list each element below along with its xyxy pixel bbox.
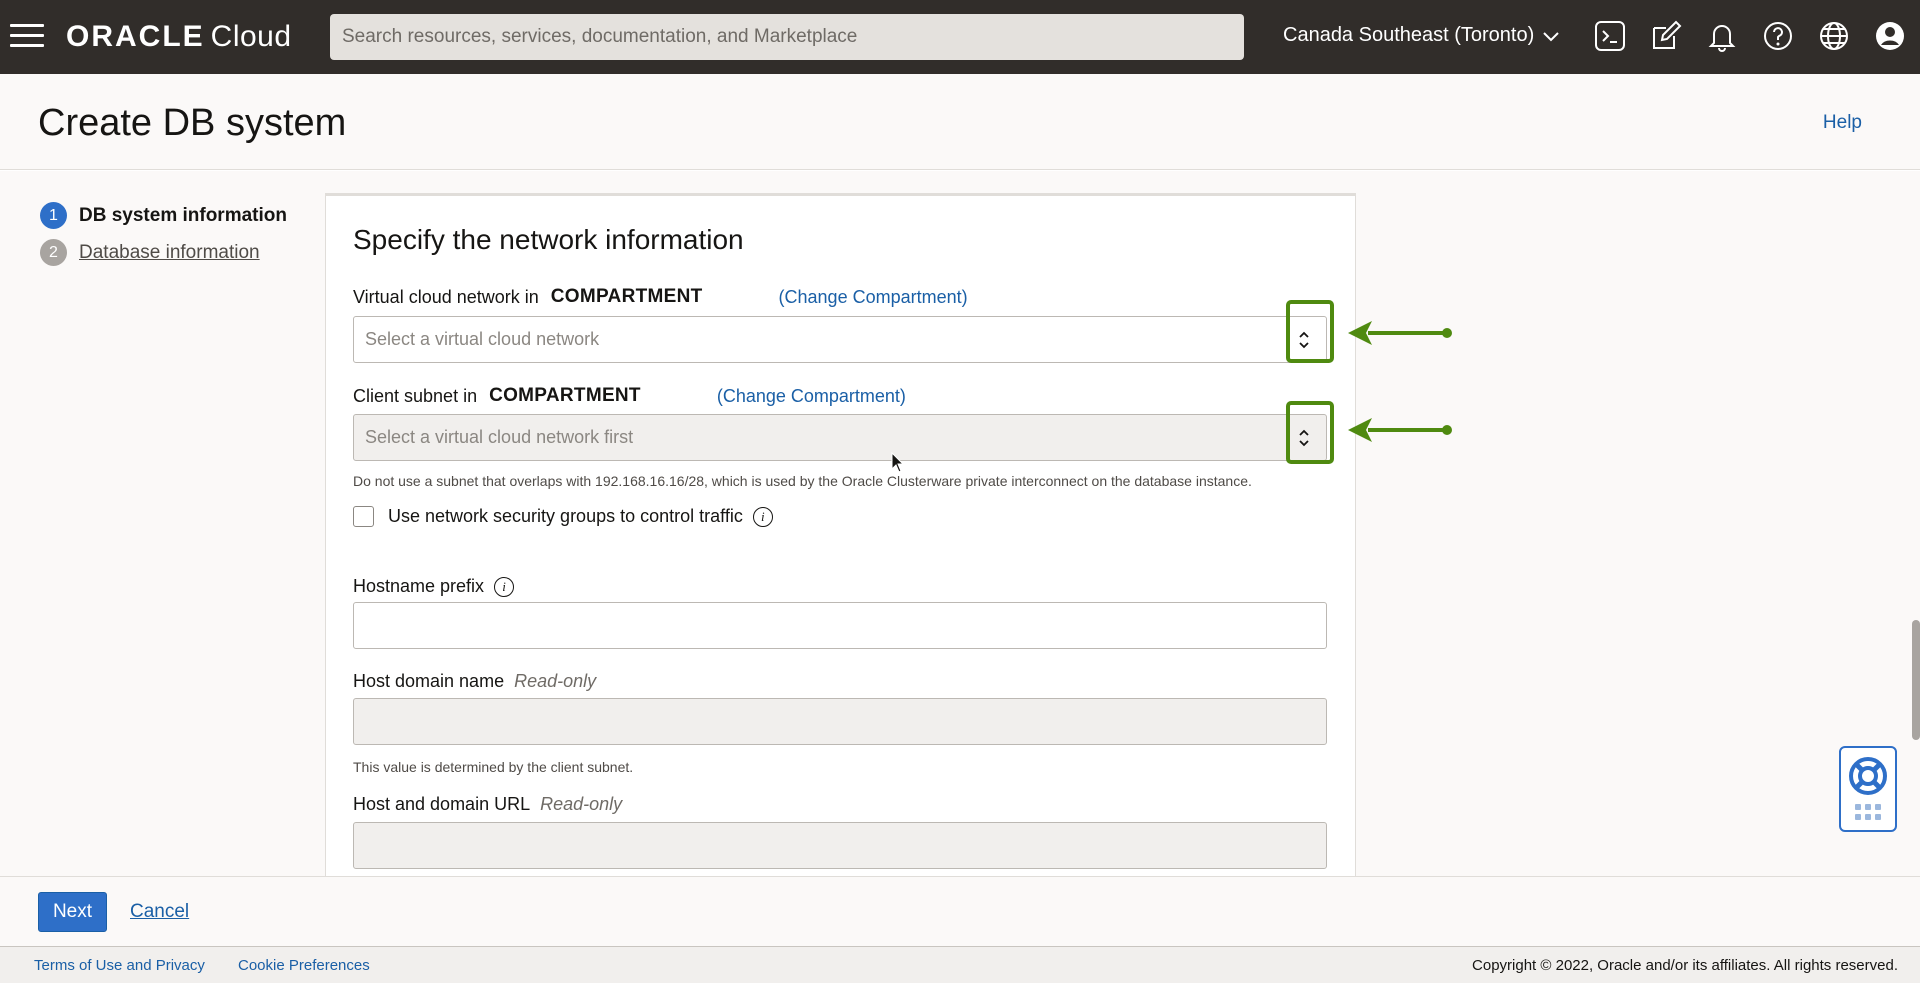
help-link[interactable]: Help	[1823, 112, 1862, 134]
profile-icon[interactable]	[1872, 18, 1908, 54]
hamburger-menu-icon[interactable]	[10, 24, 44, 50]
cloud-shell-icon[interactable]	[1592, 18, 1628, 54]
page-header: Create DB system Help	[0, 74, 1920, 170]
network-information-card: Specify the network information Virtual …	[325, 193, 1356, 876]
step-number: 1	[40, 202, 67, 229]
read-only-tag: Read-only	[540, 794, 623, 814]
page-scrollbar[interactable]	[1912, 620, 1920, 740]
step-database-information[interactable]: 2 Database information	[40, 234, 287, 271]
vcn-dropdown-highlight	[1286, 300, 1334, 363]
support-widget[interactable]	[1839, 746, 1897, 832]
subnet-compartment-name: COMPARTMENT	[489, 385, 641, 406]
nsg-checkbox-row: Use network security groups to control t…	[353, 506, 773, 527]
annotation-arrow-icon	[1348, 321, 1452, 345]
vcn-select-placeholder: Select a virtual cloud network	[365, 329, 600, 349]
subnet-select[interactable]: Select a virtual cloud network first	[353, 414, 1327, 461]
lifebuoy-icon	[1849, 757, 1887, 795]
help-icon[interactable]	[1760, 18, 1796, 54]
search-placeholder: Search resources, services, documentatio…	[342, 26, 858, 47]
edit-icon[interactable]	[1648, 18, 1684, 54]
next-button[interactable]: Next	[38, 892, 107, 932]
bell-icon[interactable]	[1704, 18, 1740, 54]
host-url-label: Host and domain URL Read-only	[353, 794, 622, 815]
region-label: Canada Southeast (Toronto)	[1283, 24, 1535, 46]
brand-sub: Cloud	[210, 20, 292, 53]
chevron-down-icon	[1543, 31, 1559, 41]
wizard-steps: 1 DB system information 2 Database infor…	[40, 197, 287, 271]
nsg-checkbox-label: Use network security groups to control t…	[388, 506, 743, 526]
host-domain-hint: This value is determined by the client s…	[353, 759, 634, 775]
vcn-compartment-name: COMPARTMENT	[550, 286, 703, 307]
cookie-preferences-link[interactable]: Cookie Preferences	[238, 957, 370, 974]
cancel-link[interactable]: Cancel	[130, 901, 189, 923]
top-navigation-bar: ORACLE Cloud Search resources, services, …	[0, 0, 1920, 74]
nsg-checkbox[interactable]	[353, 506, 374, 527]
main-content: 1 DB system information 2 Database infor…	[0, 171, 1920, 876]
annotation-arrow-icon	[1348, 418, 1452, 442]
hostname-prefix-label: Hostname prefix i	[353, 576, 515, 597]
step-label: Database information	[79, 241, 260, 263]
subnet-label: Client subnet in COMPARTMENT (Change Com…	[353, 385, 906, 407]
host-url-label-text: Host and domain URL	[353, 794, 531, 814]
oracle-cloud-logo[interactable]: ORACLE Cloud	[66, 20, 292, 54]
wizard-actions-bar: Next Cancel	[0, 876, 1920, 946]
info-icon[interactable]: i	[494, 576, 515, 597]
hostname-prefix-input[interactable]	[353, 602, 1327, 649]
subnet-label-text: Client subnet in	[353, 385, 478, 406]
host-domain-field	[353, 698, 1327, 745]
step-db-system-information[interactable]: 1 DB system information	[40, 197, 287, 234]
subnet-select-placeholder: Select a virtual cloud network first	[365, 427, 634, 447]
section-title: Specify the network information	[353, 224, 744, 255]
region-selector[interactable]: Canada Southeast (Toronto)	[1283, 24, 1560, 47]
search-input[interactable]: Search resources, services, documentatio…	[330, 14, 1244, 60]
hostname-prefix-label-text: Hostname prefix	[353, 576, 485, 596]
grid-dots-icon	[1855, 804, 1881, 820]
info-icon[interactable]: i	[752, 506, 773, 527]
vcn-select[interactable]: Select a virtual cloud network	[353, 316, 1327, 363]
subnet-hint: Do not use a subnet that overlaps with 1…	[353, 473, 1252, 489]
subnet-change-compartment-link[interactable]: (Change Compartment)	[717, 386, 906, 407]
terms-link[interactable]: Terms of Use and Privacy	[34, 957, 205, 974]
vcn-change-compartment-link[interactable]: (Change Compartment)	[779, 287, 968, 308]
mouse-cursor-icon	[891, 452, 905, 473]
globe-icon[interactable]	[1816, 18, 1852, 54]
page-footer: Terms of Use and Privacy Cookie Preferen…	[0, 946, 1920, 983]
vcn-label: Virtual cloud network in COMPARTMENT (Ch…	[353, 286, 968, 308]
host-domain-label-text: Host domain name	[353, 671, 505, 691]
step-label: DB system information	[79, 204, 287, 226]
host-domain-label: Host domain name Read-only	[353, 671, 596, 692]
host-url-field	[353, 822, 1327, 869]
subnet-dropdown-highlight	[1286, 401, 1334, 464]
copyright-text: Copyright © 2022, Oracle and/or its affi…	[1472, 956, 1898, 974]
page-title: Create DB system	[38, 102, 347, 144]
step-number: 2	[40, 239, 67, 266]
brand-main: ORACLE	[66, 20, 205, 53]
read-only-tag: Read-only	[514, 671, 597, 691]
vcn-label-text: Virtual cloud network in	[353, 286, 539, 307]
